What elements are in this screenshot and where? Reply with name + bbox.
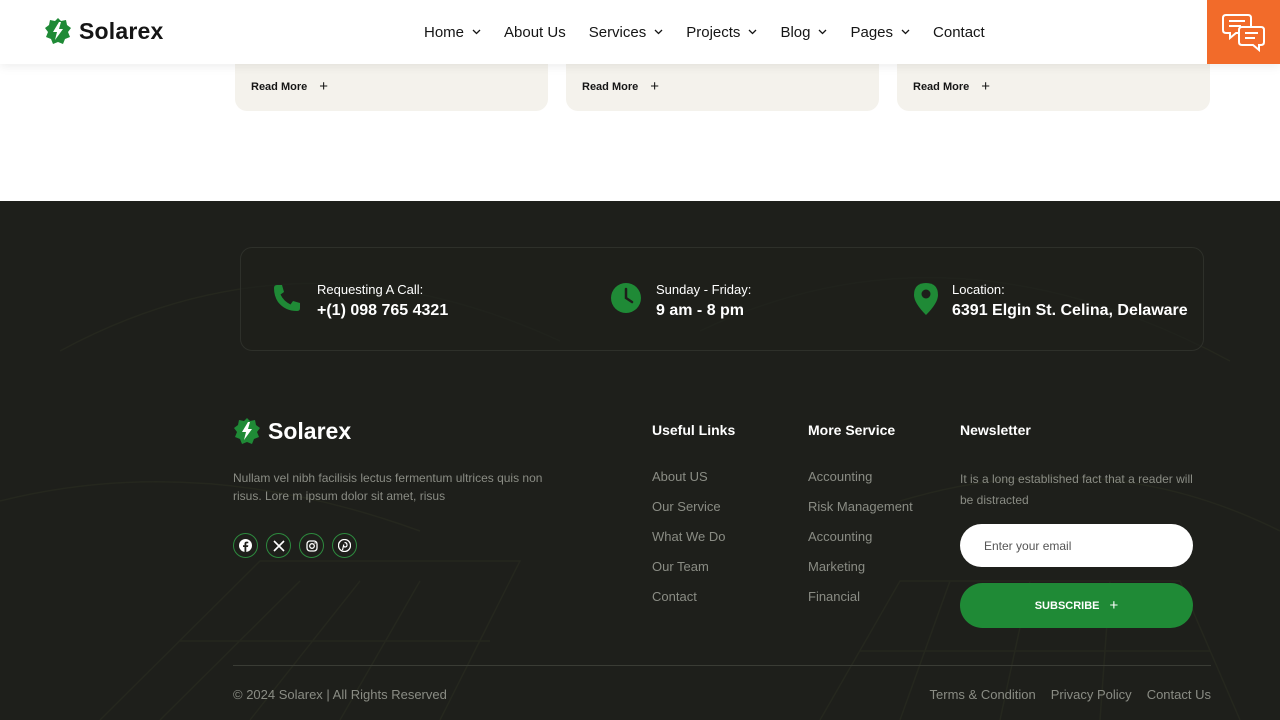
service-link-risk-management[interactable]: Risk Management — [808, 499, 913, 529]
plus-icon: + — [319, 78, 329, 95]
call-value[interactable]: +(1) 098 765 4321 — [317, 302, 448, 320]
read-more-link[interactable]: Read More + — [251, 78, 328, 95]
nav-label: Projects — [686, 23, 741, 41]
chevron-down-icon — [901, 29, 910, 35]
instagram-link[interactable] — [299, 533, 324, 558]
call-info: Requesting A Call: +(1) 098 765 4321 — [271, 282, 448, 320]
nav-projects[interactable]: Projects — [686, 24, 757, 41]
pinterest-link[interactable] — [332, 533, 357, 558]
clock-icon — [611, 283, 641, 313]
chevron-down-icon — [654, 29, 663, 35]
social-links — [233, 533, 357, 558]
location-info: Location: 6391 Elgin St. Celina, Delawar… — [913, 282, 1188, 320]
facebook-icon — [239, 539, 252, 552]
chat-bubbles-icon — [1221, 14, 1265, 52]
main-nav: Home About Us Services Projects Blog Pag… — [424, 0, 1008, 64]
read-more-label: Read More — [251, 80, 308, 93]
site-footer: Requesting A Call: +(1) 098 765 4321 Sun… — [0, 201, 1280, 720]
hours-value: 9 am - 8 pm — [656, 302, 745, 319]
footer-link-our-service[interactable]: Our Service — [652, 499, 725, 529]
nav-home[interactable]: Home — [424, 24, 481, 41]
hours-info: Sunday - Friday: 9 am - 8 pm — [610, 282, 751, 320]
copyright-text: © 2024 Solarex | All Rights Reserved — [233, 687, 447, 702]
pinterest-icon — [338, 539, 351, 552]
chat-button[interactable] — [1207, 0, 1280, 64]
read-more-label: Read More — [582, 80, 639, 93]
footer-logo[interactable]: Solarex — [233, 417, 351, 445]
service-link-accounting[interactable]: Accounting — [808, 469, 913, 499]
contact-info-box: Requesting A Call: +(1) 098 765 4321 Sun… — [240, 247, 1204, 351]
service-link-financial[interactable]: Financial — [808, 589, 913, 619]
map-pin-icon — [914, 283, 938, 315]
footer-link-contact[interactable]: Contact — [652, 589, 725, 619]
lightning-leaf-icon — [45, 18, 71, 44]
hours-label: Sunday - Friday: — [656, 282, 752, 297]
nav-services[interactable]: Services — [589, 24, 664, 41]
location-label: Location: — [952, 282, 1005, 297]
nav-pages[interactable]: Pages — [850, 24, 910, 41]
email-input[interactable] — [960, 524, 1193, 567]
service-link-marketing[interactable]: Marketing — [808, 559, 913, 589]
read-more-link[interactable]: Read More + — [913, 78, 990, 95]
terms-link[interactable]: Terms & Condition — [930, 687, 1036, 702]
read-more-label: Read More — [913, 80, 970, 93]
nav-label: Services — [588, 23, 647, 41]
chevron-down-icon — [819, 29, 827, 35]
site-header: Solarex Home About Us Services Projects … — [0, 0, 1280, 64]
footer-link-about-us[interactable]: About US — [652, 469, 725, 499]
footer-logo-text: Solarex — [268, 417, 352, 444]
logo[interactable]: Solarex — [44, 17, 164, 45]
plus-icon: + — [1109, 597, 1119, 614]
footer-link-what-we-do[interactable]: What We Do — [652, 529, 725, 559]
useful-links-title: Useful Links — [652, 422, 736, 438]
chevron-down-icon — [472, 29, 481, 35]
nav-label: Blog — [780, 23, 811, 41]
call-label: Requesting A Call: — [317, 282, 424, 297]
useful-links-list: About US Our Service What We Do Our Team… — [652, 469, 725, 619]
facebook-link[interactable] — [233, 533, 258, 558]
nav-label: About Us — [504, 23, 566, 41]
newsletter-title: Newsletter — [960, 422, 1031, 438]
nav-label: Pages — [850, 23, 894, 41]
nav-contact[interactable]: Contact — [933, 24, 985, 41]
privacy-link[interactable]: Privacy Policy — [1051, 687, 1132, 702]
legal-links: Terms & Condition Privacy Policy Contact… — [930, 687, 1211, 702]
chevron-down-icon — [748, 29, 757, 35]
location-value: 6391 Elgin St. Celina, Delaware — [952, 302, 1188, 319]
instagram-icon — [305, 539, 318, 552]
service-link-accounting-2[interactable]: Accounting — [808, 529, 913, 559]
read-more-link[interactable]: Read More + — [582, 78, 659, 95]
nav-label: Contact — [933, 23, 985, 41]
x-icon — [272, 539, 285, 552]
lightning-leaf-icon — [234, 418, 260, 444]
nav-about-us[interactable]: About Us — [504, 24, 566, 41]
footer-description: Nullam vel nibh facilisis lectus ferment… — [233, 471, 543, 503]
footer-divider — [233, 665, 1211, 666]
plus-icon: + — [981, 78, 991, 95]
x-link[interactable] — [266, 533, 291, 558]
subscribe-label: SUBSCRIBE — [1034, 599, 1100, 612]
logo-text: Solarex — [79, 17, 164, 44]
footer-link-our-team[interactable]: Our Team — [652, 559, 725, 589]
newsletter-description: It is a long established fact that a rea… — [960, 472, 1193, 507]
phone-icon — [274, 285, 300, 311]
nav-blog[interactable]: Blog — [780, 24, 827, 41]
contact-us-link[interactable]: Contact Us — [1147, 687, 1211, 702]
nav-label: Home — [424, 23, 465, 41]
more-service-list: Accounting Risk Management Accounting Ma… — [808, 469, 913, 619]
plus-icon: + — [650, 78, 660, 95]
subscribe-button[interactable]: SUBSCRIBE + — [960, 583, 1193, 628]
more-service-title: More Service — [808, 422, 896, 438]
